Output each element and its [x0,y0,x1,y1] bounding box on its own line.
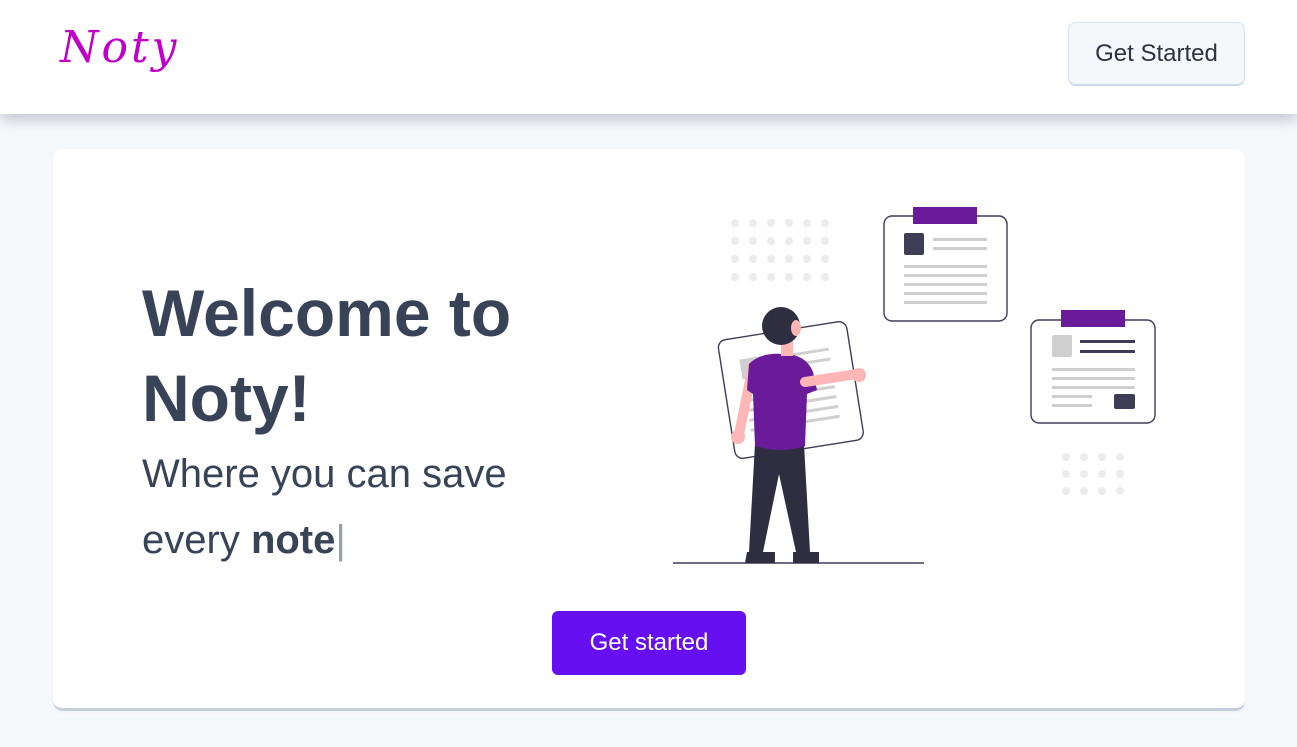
dot-grid-top-decoration [731,219,829,281]
get-started-nav-button[interactable]: Get Started [1068,22,1245,86]
dot-grid-bottom-decoration [1062,453,1124,495]
typing-caret: | [335,518,346,562]
hero-subtitle: Where you can save every note| [142,441,602,573]
hero-title: Welcome to Noty! [142,276,512,435]
person-with-notes-illustration [673,207,1156,564]
brand-logo[interactable]: Noty [60,22,180,73]
note-card-icon [1030,310,1156,424]
hero-card: Welcome to Noty! Where you can save ever… [53,149,1245,711]
note-card-icon [883,207,1008,322]
hero-subtitle-highlight: note [250,518,336,562]
get-started-button[interactable]: Get started [552,611,746,675]
navbar: Noty Get Started [0,0,1297,114]
